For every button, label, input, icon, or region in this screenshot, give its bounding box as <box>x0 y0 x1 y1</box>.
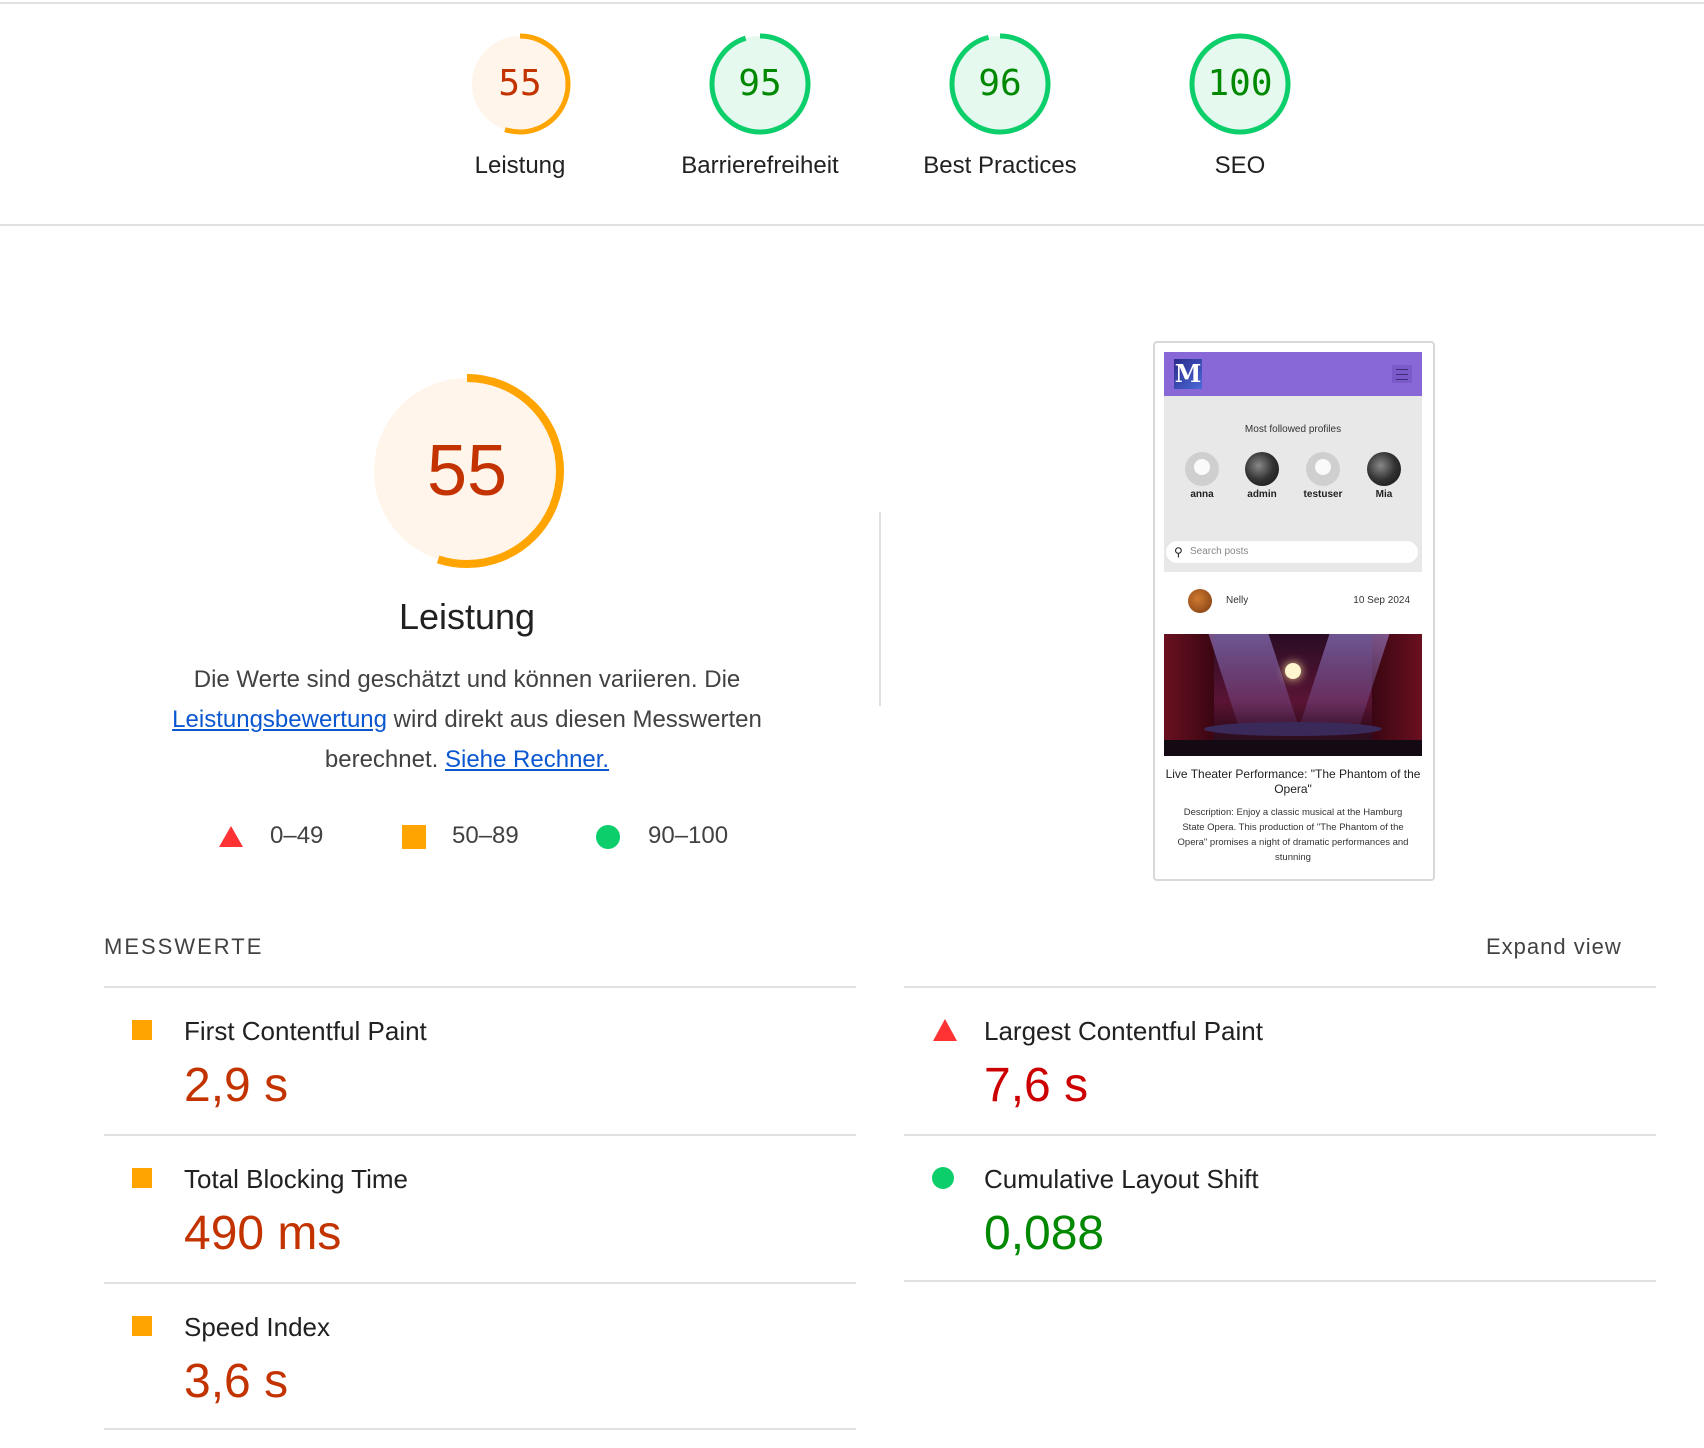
metric-value: 490 ms <box>184 1207 342 1260</box>
metric-name: Total Blocking Time <box>184 1164 408 1194</box>
triangle-icon <box>933 1019 957 1041</box>
metric-value: 2,9 s <box>184 1059 289 1112</box>
metric-first-contentful-paint: First Contentful Paint 2,9 s <box>104 988 854 1134</box>
screenshot-navbar: M <box>1164 352 1422 396</box>
expand-view-toggle[interactable]: Expand view <box>1486 934 1622 960</box>
gauge-ring: 55 <box>468 32 572 136</box>
desc-text-1: Die Werte sind geschätzt und können vari… <box>193 666 741 693</box>
square-icon <box>402 825 426 849</box>
metric-name: First Contentful Paint <box>184 1016 427 1046</box>
screenshot-search-field: ⚲ Search posts <box>1166 541 1418 563</box>
gauge-label: Leistung <box>474 152 566 179</box>
profile-testuser: testuser <box>1293 452 1353 500</box>
avatar-icon <box>1367 452 1401 486</box>
hamburger-menu-icon <box>1392 365 1412 383</box>
profile-anna: anna <box>1172 452 1232 500</box>
profile-name: Mia <box>1375 489 1393 500</box>
search-icon: ⚲ <box>1174 545 1183 559</box>
performance-score: 55 <box>426 431 508 511</box>
gauge-ring: 100 <box>1188 32 1292 136</box>
squirrel-avatar-icon <box>1188 589 1212 613</box>
legend-pass: 90–100 <box>596 818 766 854</box>
legend-range: 50–89 <box>452 822 519 849</box>
circle-icon <box>932 1167 954 1189</box>
square-icon <box>132 1020 152 1040</box>
leistungsbewertung-link[interactable]: Leistungsbewertung <box>172 706 387 733</box>
post-date: 10 Sep 2024 <box>1353 595 1410 606</box>
post-title: Live Theater Performance: "The Phantom o… <box>1165 767 1421 796</box>
gauge-score: 100 <box>1207 63 1273 104</box>
score-gauge-leistung[interactable]: 55 Leistung <box>420 32 620 180</box>
legend-average: 50–89 <box>400 818 560 854</box>
profile-name: admin <box>1247 489 1277 500</box>
siehe-rechner-link[interactable]: Siehe Rechner. <box>445 746 609 773</box>
metric-speed-index: Speed Index 3,6 s <box>104 1284 854 1430</box>
gauge-score: 96 <box>978 63 1022 104</box>
profile-admin: admin <box>1232 452 1292 500</box>
header-divider <box>0 224 1704 226</box>
metric-value: 0,088 <box>984 1207 1105 1260</box>
metrics-section-title: MESSWERTE <box>104 934 264 959</box>
metric-name: Cumulative Layout Shift <box>984 1164 1259 1194</box>
gauge-label: Best Practices <box>923 152 1077 179</box>
metric-value: 7,6 s <box>984 1059 1089 1112</box>
avatar-icon <box>1185 452 1219 486</box>
metric-total-blocking-time: Total Blocking Time 490 ms <box>104 1136 854 1282</box>
top-divider <box>0 2 1704 4</box>
legend-fail: 0–49 <box>218 818 378 854</box>
profile-mia: Mia <box>1354 452 1414 500</box>
score-gauge-seo[interactable]: 100 SEO <box>1140 32 1340 180</box>
gauge-ring: 96 <box>948 32 1052 136</box>
performance-gauge: 55 <box>367 371 567 571</box>
profile-name: testuser <box>1303 489 1343 500</box>
performance-title: Leistung <box>398 596 536 637</box>
gauge-label: Barrierefreiheit <box>681 152 839 179</box>
square-icon <box>132 1316 152 1336</box>
gauge-score: 95 <box>738 63 782 104</box>
avatar-icon <box>1245 452 1279 486</box>
gauge-score: 55 <box>498 63 542 104</box>
search-placeholder: Search posts <box>1190 546 1249 557</box>
score-gauge-best-practices[interactable]: 96 Best Practices <box>900 32 1100 180</box>
performance-description: Die Werte sind geschätzt und können vari… <box>157 660 777 780</box>
gauge-label: SEO <box>1214 152 1266 179</box>
avatar-icon <box>1306 452 1340 486</box>
metrics-divider <box>904 1280 1656 1282</box>
metric-value: 3,6 s <box>184 1355 289 1408</box>
post-author: Nelly <box>1226 595 1249 606</box>
page-screenshot-thumbnail[interactable]: M Most followed profiles anna admin test… <box>1153 341 1435 881</box>
profile-name: anna <box>1190 489 1214 500</box>
post-description: Description: Enjoy a classic musical at … <box>1177 807 1409 863</box>
metric-largest-contentful-paint: Largest Contentful Paint 7,6 s <box>904 988 1654 1134</box>
metric-cumulative-layout-shift: Cumulative Layout Shift 0,088 <box>904 1136 1654 1282</box>
score-gauge-barrierefreiheit[interactable]: 95 Barrierefreiheit <box>660 32 860 180</box>
circle-icon <box>596 825 620 849</box>
post-header: Nelly 10 Sep 2024 <box>1164 579 1422 629</box>
theater-stage-image <box>1164 634 1422 756</box>
triangle-icon <box>219 826 243 847</box>
screenshot-profiles-area: Most followed profiles anna admin testus… <box>1164 396 1422 572</box>
metrics-divider <box>104 1428 856 1430</box>
most-followed-heading: Most followed profiles <box>1244 424 1342 435</box>
vertical-divider <box>879 512 881 706</box>
legend-range: 0–49 <box>270 822 324 849</box>
metric-name: Speed Index <box>184 1312 331 1342</box>
square-icon <box>132 1168 152 1188</box>
site-logo: M <box>1174 359 1202 389</box>
legend-range: 90–100 <box>648 822 729 849</box>
gauge-ring: 95 <box>708 32 812 136</box>
metric-name: Largest Contentful Paint <box>984 1016 1263 1046</box>
